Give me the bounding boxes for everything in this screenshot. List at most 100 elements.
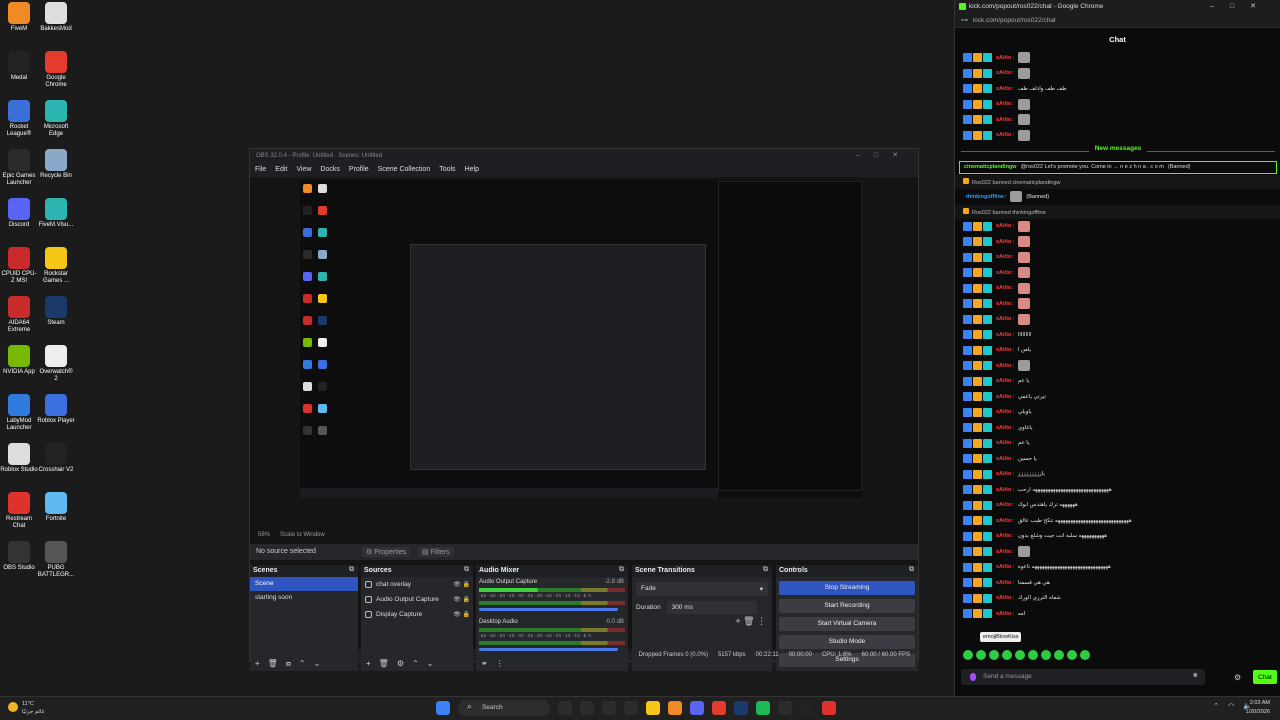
obs-preview[interactable]: 58% Scale to Window No source selected ⚙… — [250, 177, 918, 671]
chat-message[interactable]: xAiito: — [955, 234, 1280, 250]
chat-username[interactable]: xAiito — [996, 363, 1011, 369]
menu-item[interactable]: Edit — [275, 166, 287, 174]
chat-username[interactable]: xAiito — [996, 518, 1011, 524]
desktop-icon[interactable]: AIDA64 Extreme — [0, 296, 38, 334]
menu-item[interactable]: Tools — [439, 166, 455, 174]
chat-username[interactable]: xAiito — [996, 456, 1011, 462]
chat-message[interactable]: thinkingoffline: (Banned) — [955, 189, 1280, 205]
menu-item[interactable]: Scene Collection — [378, 166, 431, 174]
chat-message[interactable]: xAiito: شفاه الترزي الورك — [955, 591, 1280, 607]
desktop-icon[interactable]: Medal — [0, 51, 38, 82]
chevron-up-icon[interactable]: ⌃ — [1213, 702, 1219, 710]
chat-message[interactable]: xAiito: طف طف وادلف طف — [955, 81, 1280, 97]
chat-username[interactable]: xAiito — [996, 409, 1011, 415]
source-list[interactable]: chat overlay 👁 🔒 Audio Output Capture 👁 🔒 Di… — [361, 577, 473, 622]
quick-emote-icon[interactable] — [1054, 650, 1064, 660]
control-button[interactable]: Studio Mode — [779, 635, 915, 649]
volume-slider[interactable] — [479, 608, 618, 611]
chat-message[interactable]: xAiito: — [955, 66, 1280, 82]
transition-select[interactable]: Fade ▾ — [636, 582, 768, 596]
gear-icon[interactable]: ⚙ — [1234, 673, 1241, 682]
chat-username[interactable]: xAiito — [996, 502, 1011, 508]
site-info-icon[interactable]: ⊶ — [961, 16, 968, 24]
chat-username[interactable]: thinkingoffline — [966, 194, 1004, 200]
menu-item[interactable]: Docks — [320, 166, 339, 174]
desktop-icon[interactable]: LabyMod Launcher — [0, 394, 38, 432]
chrome-titlebar[interactable]: kick.com/popout/ros022/chat - Google Chr… — [955, 0, 1280, 13]
chat-message[interactable]: xAiito: ههههههههههههههههههههههههههههههه ت… — [955, 560, 1280, 576]
chat-message[interactable]: xAiito: — [955, 358, 1280, 374]
taskbar-app-icon[interactable] — [602, 701, 616, 715]
chat-message[interactable]: xAiito: — [955, 544, 1280, 560]
chat-message[interactable]: xAiito: ههههههه ترك ياهندس ابوك — [955, 498, 1280, 514]
chat-input[interactable]: Send a message ☻ — [961, 669, 1205, 685]
quick-emotes[interactable] — [963, 650, 1090, 660]
chat-message[interactable]: xAiito: — [955, 281, 1280, 297]
chat-username[interactable]: xAiito — [996, 425, 1011, 431]
chat-username[interactable]: xAiito — [996, 316, 1011, 322]
clock[interactable]: 2:03 AM 1/20/2026 — [1230, 699, 1270, 717]
desktop-icon[interactable]: Roblox Player — [37, 394, 75, 425]
chat-message[interactable]: xAiito: — [955, 112, 1280, 128]
desktop-icon[interactable]: OBS Studio — [0, 541, 38, 572]
chat-username[interactable]: xAiito — [996, 270, 1011, 276]
desktop-icon[interactable]: Fortnite — [37, 492, 75, 523]
chat-username[interactable]: xAiito — [996, 254, 1011, 260]
quick-emote-icon[interactable] — [1080, 650, 1090, 660]
desktop-icon[interactable]: Epic Games Launcher — [0, 149, 38, 187]
taskbar-search[interactable]: Search — [458, 700, 550, 716]
chat-username[interactable]: xAiito — [996, 301, 1011, 307]
desktop-icon[interactable]: Crosshair V2 — [37, 443, 75, 474]
chat-username[interactable]: xAiito — [996, 533, 1011, 539]
chat-message[interactable]: xAiito: يا عم — [955, 374, 1280, 390]
control-button[interactable]: Start Virtual Camera — [779, 617, 915, 631]
chat-message[interactable]: xAiito: — [955, 265, 1280, 281]
chat-message[interactable]: xAiito: ياغاوي — [955, 420, 1280, 436]
source-item[interactable]: Display Capture 👁 🔒 — [361, 607, 473, 622]
chat-message[interactable]: xAiito: ههههههههههه سلبه انت جيت وشلع بدو… — [955, 529, 1280, 545]
chat-username[interactable]: xAiito — [996, 549, 1011, 555]
desktop-icon[interactable]: Microsoft Edge — [37, 100, 75, 138]
chat-messages[interactable]: xAiito: xAiito: xAiito: طف طف وادلف طف xAiit… — [955, 50, 1280, 646]
preview-zoom-bar[interactable]: 58% Scale to Window — [250, 530, 918, 542]
taskbar-app-icon[interactable] — [822, 701, 836, 715]
desktop-icon[interactable]: BakkesMod — [37, 2, 75, 33]
chrome-window[interactable]: kick.com/popout/ros022/chat - Google Chr… — [954, 0, 1280, 696]
send-chat-button[interactable]: Chat — [1253, 670, 1277, 684]
taskbar-app-icon[interactable] — [778, 701, 792, 715]
control-button[interactable]: Start Recording — [779, 599, 915, 613]
quick-emote-icon[interactable] — [1015, 650, 1025, 660]
taskbar-app-icon[interactable] — [558, 701, 572, 715]
obs-titlebar[interactable]: OBS 32.0.4 - Profile: Untitled - Scenes:… — [250, 149, 918, 163]
chat-message[interactable]: xAiito: — [955, 128, 1280, 144]
taskbar-app-icon[interactable] — [580, 701, 594, 715]
control-button[interactable]: Stop Streaming — [779, 581, 915, 595]
taskbar-app-icon[interactable] — [800, 701, 814, 715]
menu-item[interactable]: File — [255, 166, 266, 174]
desktop-icon[interactable]: Rockstar Games ... — [37, 247, 75, 285]
chat-username[interactable]: xAiito — [996, 440, 1011, 446]
scale-mode[interactable]: Scale to Window — [280, 532, 325, 540]
chat-message[interactable]: xAiito: — [955, 50, 1280, 66]
desktop-icon[interactable]: Roblox Studio — [0, 443, 38, 474]
transition-actions[interactable]: + 🗑 ⋮ — [735, 616, 766, 627]
chat-username[interactable]: xAiito — [996, 117, 1011, 123]
url-text[interactable]: kick.com/popout/ros022/chat — [973, 17, 1056, 24]
desktop-icon[interactable]: Overwatch® 2 — [37, 345, 75, 383]
start-icon[interactable] — [436, 701, 450, 715]
chat-message[interactable]: xAiito: — [955, 296, 1280, 312]
taskbar-app-icon[interactable] — [712, 701, 726, 715]
obs-window[interactable]: OBS 32.0.4 - Profile: Untitled - Scenes:… — [249, 148, 919, 671]
chat-username[interactable]: xAiito — [996, 394, 1011, 400]
desktop-icon[interactable]: Discord — [0, 198, 38, 229]
quick-emote-icon[interactable] — [1041, 650, 1051, 660]
taskbar-app-icon[interactable] — [690, 701, 704, 715]
desktop-icon[interactable]: CPUID CPU-Z MSI — [0, 247, 38, 285]
desktop-icon[interactable]: PUBG BATTLEGR... — [37, 541, 75, 579]
chat-username[interactable]: xAiito — [996, 70, 1011, 76]
mixer-channel[interactable]: Audio Output Capture -2.8 dB -60 -55 -50 -… — [476, 577, 628, 617]
window-controls[interactable]: –□✕ — [856, 151, 912, 159]
chat-message[interactable]: xAiito: يا عم — [955, 436, 1280, 452]
quick-emote-icon[interactable] — [1067, 650, 1077, 660]
chat-message[interactable]: xAiito: — [955, 250, 1280, 266]
